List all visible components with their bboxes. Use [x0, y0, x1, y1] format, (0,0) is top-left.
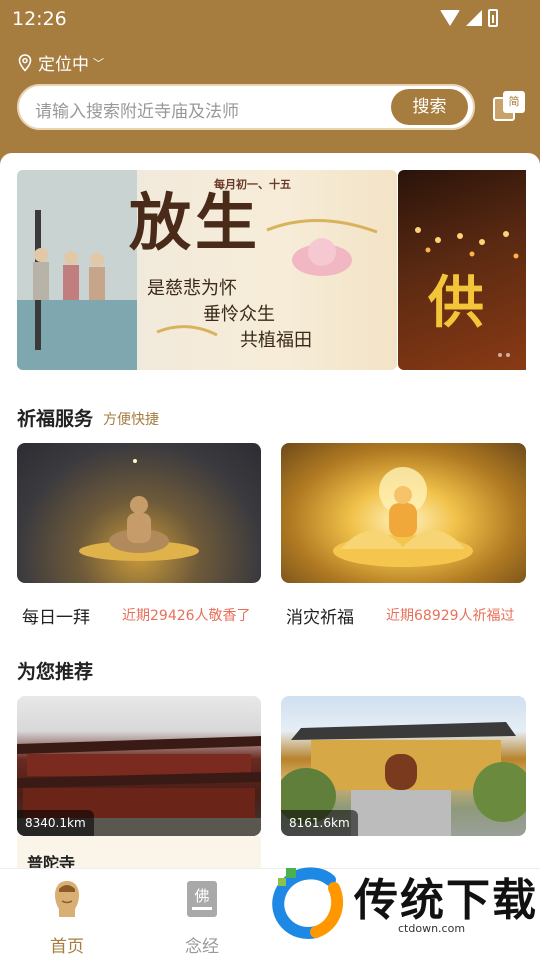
service-stat-daily-worship: 近期29426人敬香了	[122, 608, 251, 624]
location-pin-icon	[18, 53, 32, 72]
temple-card-image-2[interactable]: 8161.6km	[281, 696, 526, 836]
tab-home-label: 首页	[50, 937, 84, 957]
search-button[interactable]: 搜索	[391, 89, 468, 125]
temple-card-image-1[interactable]: 8340.1km	[17, 696, 261, 836]
service-image-daily-worship[interactable]	[17, 443, 261, 583]
tab-sutra-label: 念经	[185, 937, 219, 957]
distance-badge-2: 8161.6km	[281, 810, 358, 836]
banner-line-3: 共植福田	[240, 330, 312, 351]
section-title-recommend: 为您推荐	[17, 661, 94, 683]
distance-badge-1: 8340.1km	[17, 810, 94, 836]
service-name-blessing[interactable]: 消灾祈福	[286, 603, 354, 628]
language-label: 简	[503, 91, 525, 113]
search-bar[interactable]: 请输入搜索附近寺庙及法师 搜索	[17, 84, 475, 130]
location-label: 定位中	[38, 55, 89, 75]
sutra-book-icon: 佛	[187, 881, 217, 917]
banner-line-2: 垂怜众生	[203, 304, 275, 325]
banner-slide-offering[interactable]: 供	[398, 170, 526, 370]
status-bar: 12:26	[0, 0, 540, 38]
location-selector[interactable]: 定位中 ﹀	[18, 50, 104, 75]
watermark-overlay: 传统下载 ctdown.com	[270, 862, 540, 944]
watermark-url: ctdown.com	[398, 922, 466, 935]
carousel-indicator	[498, 353, 510, 357]
golden-buddha-illustration	[333, 467, 473, 567]
svg-text:佛: 佛	[194, 887, 209, 905]
banner-line-1: 是慈悲为怀	[147, 278, 237, 299]
banner-side-title: 供	[428, 270, 484, 336]
watermark-text: 传统下载	[354, 875, 538, 926]
status-time: 12:26	[12, 8, 67, 30]
section-subtitle-blessing: 方便快捷	[103, 412, 159, 428]
meditating-figure-illustration	[79, 459, 199, 561]
watermark-logo-icon	[272, 867, 344, 939]
wifi-icon	[440, 10, 460, 26]
chevron-down-icon: ﹀	[93, 56, 104, 70]
banner-subtitle: 每月初一、十五	[214, 178, 291, 191]
language-toggle[interactable]: 简	[493, 91, 527, 123]
tab-home[interactable]: 首页	[27, 879, 107, 957]
service-image-blessing[interactable]	[281, 443, 526, 583]
signal-icon	[466, 10, 482, 26]
battery-icon	[488, 9, 498, 27]
banner-slide-fangsheng[interactable]: 放生 每月初一、十五 是慈悲为怀 垂怜众生 共植福田	[17, 170, 397, 370]
status-icons	[440, 9, 498, 27]
tab-sutra[interactable]: 佛 念经	[162, 879, 242, 957]
section-title-blessing: 祈福服务	[17, 408, 94, 430]
service-name-daily-worship[interactable]: 每日一拜	[22, 603, 90, 628]
search-input[interactable]: 请输入搜索附近寺庙及法师	[35, 97, 239, 122]
service-stat-blessing: 近期68929人祈福过	[386, 608, 515, 624]
buddha-head-icon	[55, 881, 79, 917]
